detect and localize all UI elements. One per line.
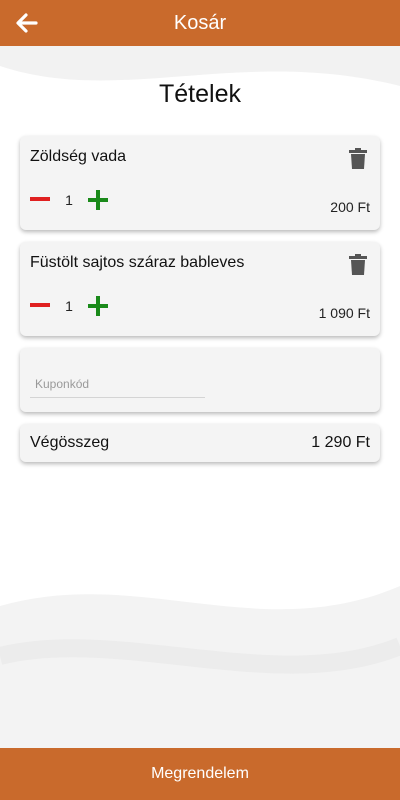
trash-icon [349, 254, 367, 275]
page-title: Kosár [173, 12, 227, 34]
decrease-quantity-button[interactable] [28, 188, 52, 212]
item-name: Zöldség vada [30, 148, 127, 165]
item-price: 1 090 Ft [318, 305, 370, 321]
delete-item-button[interactable] [348, 254, 368, 276]
increase-quantity-button[interactable] [86, 294, 110, 318]
plus-icon [88, 190, 108, 210]
delete-item-button[interactable] [348, 148, 368, 170]
quantity-value: 1 [65, 192, 73, 208]
plus-icon [88, 296, 108, 316]
minus-icon [30, 303, 50, 307]
order-button[interactable]: Megrendelem [0, 748, 400, 800]
total-label: Végösszeg [30, 434, 110, 451]
quantity-stepper: 1 [28, 294, 110, 318]
item-price: 200 Ft [330, 199, 370, 215]
coupon-input[interactable] [30, 370, 205, 398]
cart-item: Zöldség vada 1 200 Ft [20, 136, 380, 230]
section-title: Tételek [159, 80, 241, 108]
app-header: Kosár [0, 0, 400, 46]
total-value: 1 290 Ft [311, 434, 370, 451]
total-card: Végösszeg 1 290 Ft [20, 424, 380, 462]
item-name: Füstölt sajtos száraz bableves [30, 254, 245, 271]
minus-icon [30, 197, 50, 201]
coupon-card [20, 348, 380, 412]
decrease-quantity-button[interactable] [28, 294, 52, 318]
quantity-stepper: 1 [28, 188, 110, 212]
trash-icon [349, 148, 367, 169]
cart-item: Füstölt sajtos száraz bableves 1 1 090 F… [20, 242, 380, 336]
quantity-value: 1 [65, 298, 73, 314]
increase-quantity-button[interactable] [86, 188, 110, 212]
